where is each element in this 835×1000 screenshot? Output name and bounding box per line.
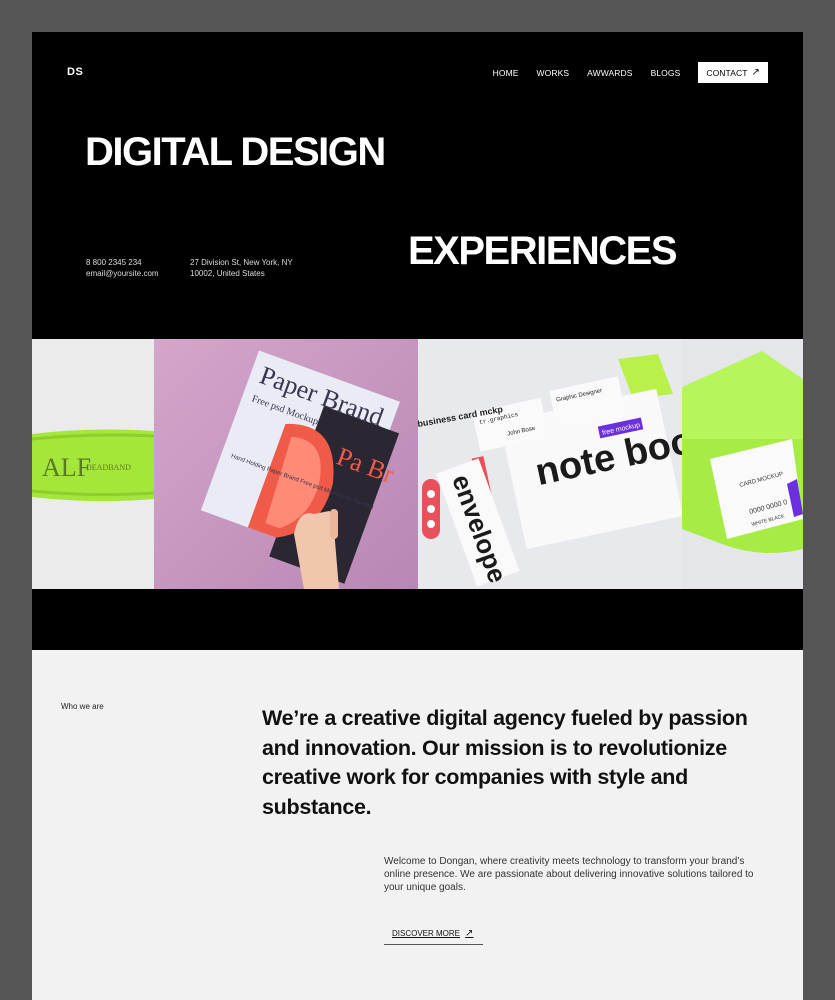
- email-link[interactable]: email@yoursite.com: [86, 268, 159, 279]
- mission-statement: We’re a creative digital agency fueled b…: [262, 706, 748, 819]
- gallery-image-notebook[interactable]: note book free mockup tr.graphics Graphi…: [418, 339, 682, 589]
- paper-brand-illustration: Paper Brand Free psd Mockup Hand Holding…: [154, 339, 418, 589]
- about-section: Who we are We’re a creative digital agen…: [32, 650, 803, 1000]
- contact-label: CONTACT: [706, 67, 748, 78]
- logo[interactable]: DS: [67, 66, 83, 78]
- works-gallery: ALF DEADBAND Paper Brand Free psd Mockup…: [32, 339, 803, 589]
- discover-more-button[interactable]: DISCOVER MORE ↗: [384, 923, 483, 945]
- gallery-image-paper-brand[interactable]: Paper Brand Free psd Mockup Hand Holding…: [154, 339, 418, 589]
- phone-number[interactable]: 8 800 2345 234: [86, 257, 159, 268]
- arrow-up-right-icon: ↗: [751, 67, 760, 78]
- card-mockup-illustration: CARD MOCKUP 0000 0000 0 WHITE BLACK: [682, 339, 803, 589]
- gallery-image-card-mockup[interactable]: CARD MOCKUP 0000 0000 0 WHITE BLACK: [682, 339, 803, 589]
- headband-brand-text: DEADBAND: [86, 463, 131, 472]
- nav-awwards[interactable]: AWWARDS: [587, 68, 632, 78]
- section-label: Who we are: [61, 702, 104, 711]
- hero-title-line2: EXPERIENCES: [408, 229, 678, 273]
- headband-illustration: ALF DEADBAND: [32, 339, 154, 589]
- welcome-text: Welcome to Dongan, where creativity meet…: [384, 856, 754, 893]
- address: 27 Division St, New York, NY 10002, Unit…: [190, 257, 293, 279]
- contact-button[interactable]: CONTACT ↗: [698, 62, 768, 83]
- notebook-illustration: note book free mockup tr.graphics Graphi…: [418, 339, 682, 589]
- nav-blogs[interactable]: BLOGS: [651, 68, 681, 78]
- nav-home[interactable]: HOME: [493, 68, 519, 78]
- headband-partial-text: ALF: [42, 453, 91, 482]
- nav-works[interactable]: WORKS: [537, 68, 570, 78]
- discover-more-label: DISCOVER MORE: [392, 929, 461, 938]
- gallery-image-headband[interactable]: ALF DEADBAND: [32, 339, 154, 589]
- hero-title-line1: DIGITAL DESIGN: [85, 130, 386, 174]
- contact-info: 8 800 2345 234 email@yoursite.com: [86, 257, 159, 279]
- main-nav: HOME WORKS AWWARDS BLOGS CONTACT ↗: [475, 62, 768, 83]
- address-line1: 27 Division St, New York, NY: [190, 258, 293, 267]
- address-line2: 10002, United States: [190, 269, 265, 278]
- arrow-up-right-icon: ↗: [465, 928, 474, 939]
- page-frame: DS HOME WORKS AWWARDS BLOGS CONTACT ↗ DI…: [32, 32, 803, 1000]
